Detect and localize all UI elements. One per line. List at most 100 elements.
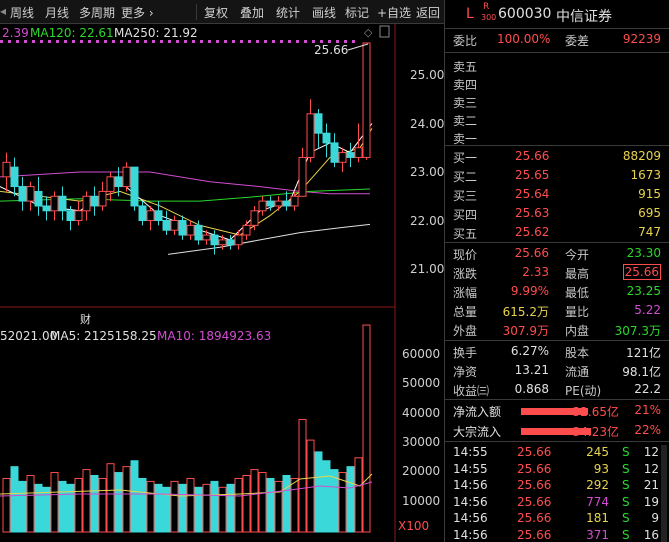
volume-bar [234,477,243,533]
flow-label: 大宗流入 [453,425,502,439]
volume-bar [330,469,339,533]
vol-tick: 30000 [402,435,440,449]
candle-body [266,200,275,207]
tick-side: S [622,494,630,509]
bid-price: 25.66 [515,149,550,163]
weicha-value: 92239 [622,32,661,46]
flow-pct: 22% [634,423,661,437]
volume-bar [354,457,363,533]
bid-label: 买四 [453,208,478,222]
stat-row: 现价 25.66 今开 23.30 [445,244,669,265]
bid-label: 买一 [453,151,478,165]
dot [136,40,139,43]
candle-body [162,220,171,231]
panel-toggle-icon[interactable] [379,25,390,38]
toolbar-multi-period[interactable]: 多周期 [79,4,115,21]
stat-label: 最高 [565,267,590,281]
toolbar-draw[interactable]: 画线 [312,4,336,21]
stock-code: 600030 [498,6,552,22]
candle-body [306,113,315,158]
stock-name: 中信证券 [556,9,612,25]
volume-bar [242,475,251,533]
ask-label: 卖三 [453,96,478,110]
candle-body [202,234,211,241]
toolbar-mark[interactable]: 标记 [345,4,369,21]
dot [200,40,203,43]
volume-bar [194,486,203,533]
toolbar-adjust[interactable]: 复权 [204,4,228,21]
vol-tick: 10000 [402,494,440,508]
tick-count: 12 [643,445,659,459]
stat-value: 5.22 [634,303,661,317]
toolbar-add-watchlist[interactable]: +自选 [377,4,411,21]
volume-bar [34,483,43,533]
weicha-label: 委差 [565,34,590,48]
dot [304,40,307,43]
stat-value: 307.9万 [502,324,549,338]
tick-volume: 371 [586,527,609,542]
index-badge-300: 300 [481,13,497,22]
toolbar-weekly[interactable]: 周线 [10,4,34,21]
divider [445,242,669,243]
stat-value: 23.30 [626,246,661,260]
tick-side: S [622,527,630,542]
candle-body [98,190,107,207]
dot [0,40,3,43]
stat-label: 量比 [565,305,590,319]
stat2-value: 121亿 [626,346,661,360]
dot [152,40,155,43]
bid-volume: 915 [638,187,661,201]
toolbar-monthly[interactable]: 月线 [45,4,69,21]
tick-volume: 181 [586,511,609,525]
dot [64,40,67,43]
candle-body [242,224,251,236]
volume-unit: X100 [398,519,429,533]
level-letter: L [466,6,474,22]
dot [232,40,235,43]
candle-body [322,132,331,144]
dot [288,40,291,43]
order-ratio-row: 委比 100.00% 委差 92239 [445,30,669,51]
volume-bar [250,469,259,533]
bid-volume: 747 [638,225,661,239]
toolbar-stats[interactable]: 统计 [276,4,300,21]
dot [192,40,195,43]
stat-value: 307.3万 [614,324,661,338]
toolbar-overlay[interactable]: 叠加 [240,4,264,21]
weibi-value: 100.00% [497,32,551,46]
price-axis: 25.00 24.00 23.00 22.00 21.00 [410,68,444,276]
volume-bar [266,477,275,533]
stat2-value: 6.27% [510,344,549,358]
dot [208,40,211,43]
tick-time: 14:56 [453,511,488,525]
toolbar-more[interactable]: 更多 › [121,4,154,21]
stat2-value: 13.21 [514,363,549,377]
tick-price: 25.66 [517,461,552,476]
volume-bar [282,475,291,533]
dot [8,40,11,43]
volume-bar [322,460,331,533]
stat-label: 今开 [565,248,590,262]
dot [240,40,243,43]
dot [272,40,275,43]
candle-body [186,224,195,236]
stat-label: 涨跌 [453,267,478,281]
toolbar-left-arrow[interactable]: ◂ [0,4,6,18]
tick-count: 9 [651,511,659,525]
weibi-label: 委比 [453,34,478,48]
dotted-top-line [0,40,355,43]
volume-bar [26,475,35,533]
price-tick: 23.00 [410,165,444,179]
tick-price: 25.66 [517,478,552,492]
stat2-row: 换手 6.27% 股本 121亿 [445,342,669,363]
divider [445,399,669,400]
tick-scrollbar[interactable] [661,445,667,542]
dot [88,40,91,43]
finance-marker[interactable]: 财 [80,312,91,326]
volume-bar [258,472,267,533]
kline-chart[interactable]: 2.39 MA120: 22.61 MA250: 21.92 ◇ 25.00 2… [0,24,444,542]
bid-price: 25.64 [515,187,550,201]
toolbar-back[interactable]: 返回 [416,4,440,21]
candle-body [82,195,91,212]
stock-header: L R 300 600030 中信证券 [445,2,669,28]
